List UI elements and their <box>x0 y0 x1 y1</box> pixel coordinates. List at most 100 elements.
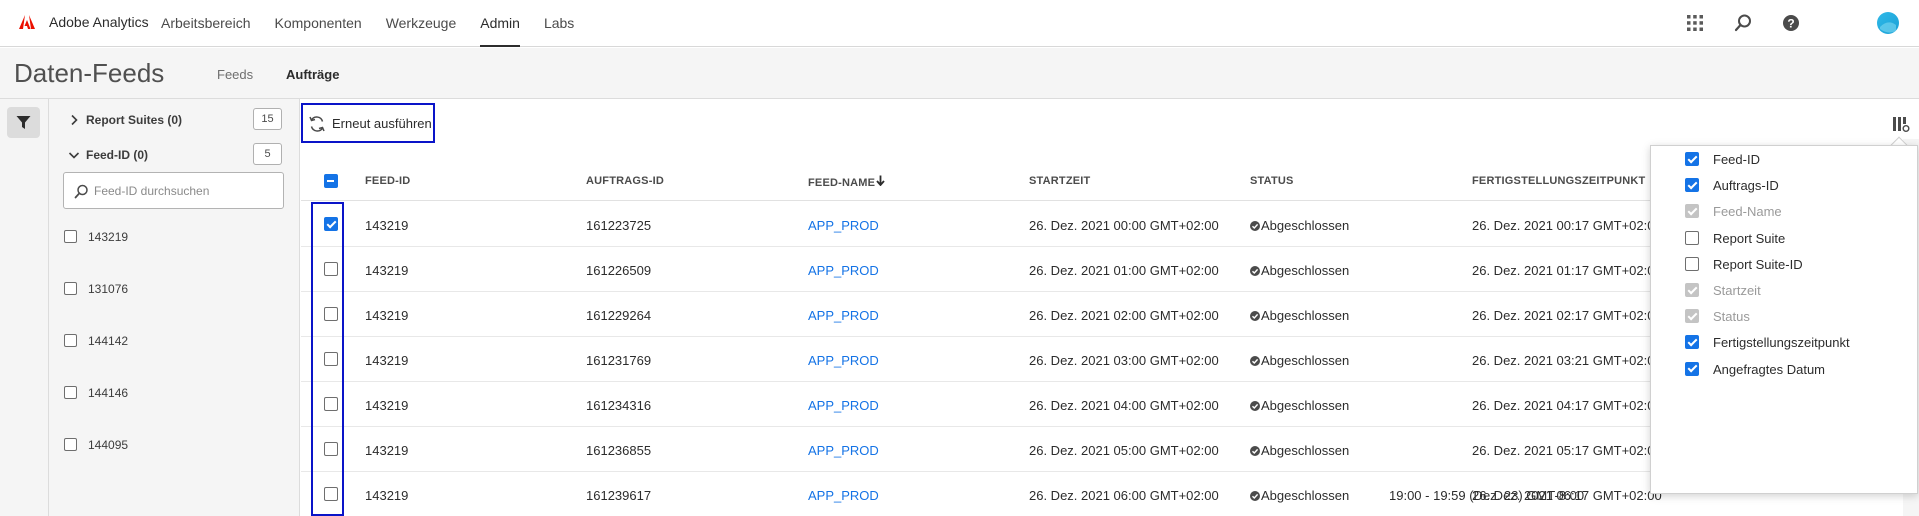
filter-item-feed-id[interactable]: 144095 <box>64 435 264 455</box>
column-toggle-angefragtes-datum[interactable]: Angefragtes Datum <box>1685 359 1895 379</box>
cell-feed-name-link[interactable]: APP_PROD <box>808 218 879 233</box>
adobe-logo-icon <box>19 15 35 29</box>
status-label: Abgeschlossen <box>1261 308 1350 323</box>
column-settings-popover: Feed-ID Auftrags-ID Feed-Name Report Suite R… <box>1650 145 1918 494</box>
column-toggle-fertigstellungszeitpunkt[interactable]: Fertigstellungszeitpunkt <box>1685 332 1895 352</box>
filter-group-feed-id[interactable]: Feed-ID (0) 5 <box>65 143 288 167</box>
row-checkbox[interactable] <box>324 487 338 501</box>
brand[interactable]: Adobe Analytics <box>19 14 149 30</box>
cell-job-id: 161229264 <box>586 308 652 323</box>
column-settings-icon[interactable] <box>1892 115 1910 133</box>
column-toggle-checkbox[interactable] <box>1685 152 1699 166</box>
checkbox[interactable] <box>64 334 77 347</box>
filter-item-label: 143219 <box>88 230 129 244</box>
column-header-start-time[interactable]: STARTZEIT <box>1029 175 1090 187</box>
nav-item-arbeitsbereich[interactable]: Arbeitsbereich <box>161 0 251 47</box>
search-icon[interactable] <box>1733 13 1753 33</box>
column-toggle-report-suite-id[interactable]: Report Suite-ID <box>1685 254 1895 274</box>
tab-feeds[interactable]: Feeds <box>217 67 253 82</box>
tab-auftraege[interactable]: Aufträge <box>286 67 339 82</box>
column-toggle-checkbox[interactable] <box>1685 335 1699 350</box>
column-toggle-checkbox[interactable] <box>1685 178 1699 193</box>
cell-feed-name-link[interactable]: APP_PROD <box>808 443 879 458</box>
filter-item-feed-id[interactable]: 131076 <box>64 279 264 299</box>
cell-feed-id: 143219 <box>365 398 409 413</box>
row-checkbox[interactable] <box>324 352 338 366</box>
filter-toggle-button[interactable] <box>7 107 40 138</box>
column-toggle-report-suite[interactable]: Report Suite <box>1685 228 1895 248</box>
cell-job-id: 161239617 <box>586 488 652 503</box>
cell-feed-name-link[interactable]: APP_PROD <box>808 353 879 368</box>
column-toggle-auftrags-id[interactable]: Auftrags-ID <box>1685 175 1895 195</box>
column-toggle-label: Startzeit <box>1713 283 1761 298</box>
row-checkbox[interactable] <box>324 262 338 276</box>
row-checkbox[interactable] <box>324 307 338 321</box>
cell-job-id: 161223725 <box>586 218 652 233</box>
column-toggle-status: Status <box>1685 306 1895 326</box>
cell-status: Abgeschlossen <box>1250 353 1349 368</box>
nav-item-werkzeuge[interactable]: Werkzeuge <box>386 0 457 47</box>
search-icon <box>74 184 88 199</box>
row-checkbox[interactable] <box>324 217 338 231</box>
help-icon[interactable]: ? <box>1781 13 1801 33</box>
checkbox[interactable] <box>64 386 77 399</box>
cell-status: Abgeschlossen <box>1250 308 1349 323</box>
select-all-checkbox[interactable] <box>324 174 338 188</box>
filter-panel: Report Suites (0) 15 Feed-ID (0) 5 14321… <box>49 99 300 516</box>
avatar[interactable] <box>1876 11 1900 35</box>
column-toggle-label: Fertigstellungszeitpunkt <box>1713 335 1850 351</box>
filter-item-feed-id[interactable]: 144146 <box>64 383 264 403</box>
cell-feed-id: 143219 <box>365 263 409 278</box>
column-header-completion-time[interactable]: FERTIGSTELLUNGSZEITPUNKT <box>1472 175 1645 187</box>
column-header-label: FEED-NAME <box>808 177 876 189</box>
column-header-job-id[interactable]: AUFTRAGS-ID <box>586 175 664 187</box>
nav-item-admin[interactable]: Admin <box>480 0 520 47</box>
filter-item-feed-id[interactable]: 143219 <box>64 227 264 247</box>
filter-group-label: Report Suites (0) <box>86 113 183 127</box>
status-label: Abgeschlossen <box>1261 263 1350 278</box>
cell-feed-name-link[interactable]: APP_PROD <box>808 308 879 323</box>
cell-completion-time: 26. Dez. 2021 05:17 GMT+02:00 <box>1472 443 1662 458</box>
status-label: Abgeschlossen <box>1261 488 1350 503</box>
cell-completion-time: 26. Dez. 2021 02:17 GMT+02:00 <box>1472 308 1662 323</box>
status-label: Abgeschlossen <box>1261 443 1350 458</box>
cell-feed-id: 143219 <box>365 308 409 323</box>
column-toggle-checkbox[interactable] <box>1685 256 1699 271</box>
checkbox[interactable] <box>64 230 77 243</box>
cell-start-time: 26. Dez. 2021 06:00 GMT+02:00 <box>1029 488 1219 503</box>
cell-feed-name-link[interactable]: APP_PROD <box>808 488 879 503</box>
checkbox[interactable] <box>64 438 77 451</box>
cell-status: Abgeschlossen <box>1250 218 1349 233</box>
chevron-down-icon <box>68 152 80 159</box>
nav-item-komponenten[interactable]: Komponenten <box>275 0 362 47</box>
rerun-button[interactable]: Erneut ausführen <box>301 103 435 143</box>
filter-group-report-suites[interactable]: Report Suites (0) 15 <box>65 108 288 132</box>
cell-completion-time: 26. Dez. 2021 03:21 GMT+02:00 <box>1472 353 1662 368</box>
feed-id-search-input[interactable] <box>94 173 279 208</box>
row-checkbox[interactable] <box>324 442 338 456</box>
column-header-feed-id[interactable]: FEED-ID <box>365 175 410 187</box>
chevron-right-icon <box>71 114 78 126</box>
row-checkbox[interactable] <box>324 397 338 411</box>
column-toggle-checkbox[interactable] <box>1685 230 1699 245</box>
column-toggle-checkbox <box>1685 283 1699 297</box>
svg-text:?: ? <box>1787 17 1794 31</box>
page-header: Daten-Feeds Feeds Aufträge <box>0 48 1919 99</box>
column-toggle-label: Report Suite <box>1713 230 1786 246</box>
cell-start-time: 26. Dez. 2021 05:00 GMT+02:00 <box>1029 443 1219 458</box>
checkbox[interactable] <box>64 282 77 295</box>
left-rail <box>0 99 49 516</box>
filter-item-feed-id[interactable]: 144142 <box>64 331 264 351</box>
column-toggle-feed-id[interactable]: Feed-ID <box>1685 149 1895 169</box>
column-toggle-checkbox[interactable] <box>1685 361 1699 376</box>
app-name: Adobe Analytics <box>49 14 149 30</box>
column-toggle-label: Feed-Name <box>1713 204 1782 220</box>
status-label: Abgeschlossen <box>1261 353 1350 368</box>
cell-status: Abgeschlossen <box>1250 263 1349 278</box>
column-header-status[interactable]: STATUS <box>1250 175 1294 187</box>
column-header-feed-name[interactable]: FEED-NAME <box>808 175 885 189</box>
nav-item-labs[interactable]: Labs <box>544 0 574 47</box>
cell-feed-name-link[interactable]: APP_PROD <box>808 398 879 413</box>
app-switcher-icon[interactable] <box>1685 13 1705 33</box>
cell-feed-name-link[interactable]: APP_PROD <box>808 263 879 278</box>
